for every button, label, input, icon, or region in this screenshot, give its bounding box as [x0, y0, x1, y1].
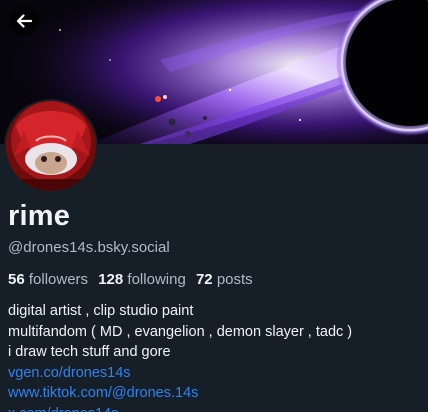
posts-count: 72: [195, 271, 213, 288]
bio-link-vgen[interactable]: vgen.co/drones14s: [8, 363, 420, 384]
profile-info: rime @drones14s.bsky.social 56 followers…: [8, 198, 420, 412]
display-name: rime: [8, 200, 71, 232]
back-button[interactable]: [9, 6, 39, 36]
bio-line: multifandom ( MD , evangelion , demon sl…: [8, 323, 353, 340]
bio-line: i draw tech stuff and gore: [8, 344, 171, 360]
posts-stat: 72 posts: [196, 271, 253, 288]
followers-stat[interactable]: 56 followers: [8, 271, 88, 288]
bio-link-x[interactable]: x.com/drones14s: [8, 404, 420, 412]
following-label: following: [127, 271, 186, 288]
following-stat[interactable]: 128 following: [98, 271, 186, 288]
posts-label: posts: [216, 271, 253, 288]
profile-stats: 56 followers 128 following 72 posts: [8, 270, 420, 290]
profile-handle: @drones14s.bsky.social: [8, 239, 170, 256]
followers-label: followers: [28, 271, 89, 288]
bio-link-tiktok[interactable]: www.tiktok.com/@drones.14s: [8, 383, 420, 404]
arrow-left-icon: [16, 14, 33, 28]
followers-count: 56: [8, 271, 25, 288]
avatar-image: [6, 101, 96, 191]
profile-bio: digital artist , clip studio paint multi…: [8, 301, 420, 412]
following-count: 128: [98, 271, 124, 288]
avatar[interactable]: [4, 99, 98, 193]
profile-page: rime @drones14s.bsky.social 56 followers…: [0, 0, 428, 412]
bio-line: digital artist , clip studio paint: [8, 303, 194, 319]
